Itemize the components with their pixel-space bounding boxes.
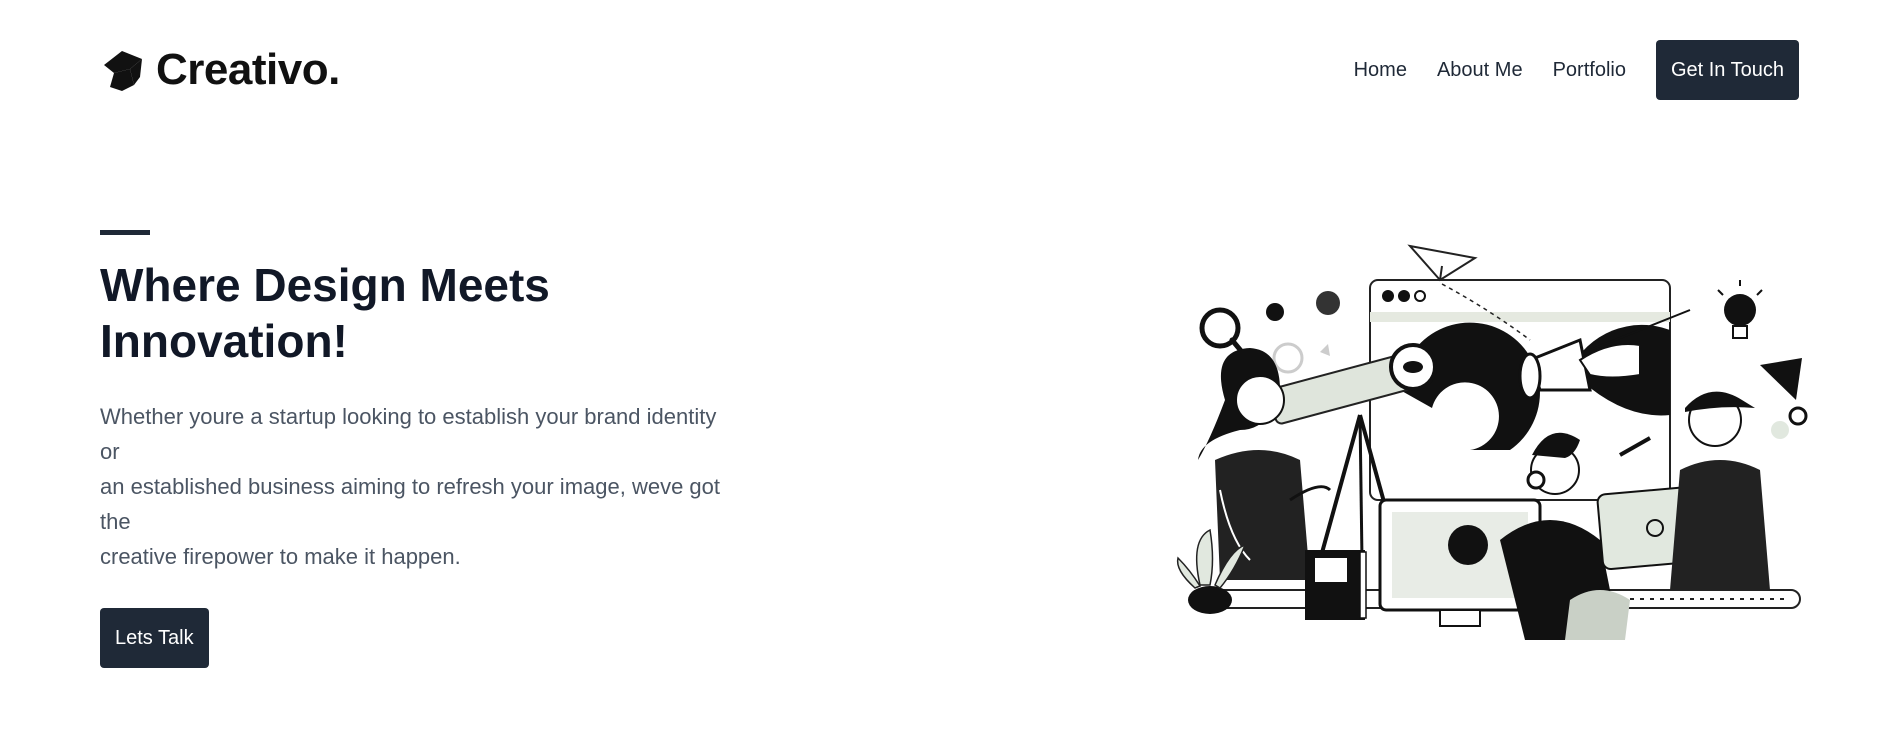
nav-home[interactable]: Home [1354, 59, 1407, 82]
hero-line: an established business aiming to refres… [100, 474, 721, 499]
creative-team-illustration [1176, 244, 1808, 640]
hero-section: Where Design Meets Innovation! Whether y… [100, 230, 760, 668]
hero-title: Where Design Meets Innovation! [100, 259, 550, 367]
nav-about-me[interactable]: About Me [1437, 59, 1523, 82]
main-nav: Home About Me Portfolio Get In Touch [1354, 40, 1799, 100]
get-in-touch-button[interactable]: Get In Touch [1655, 40, 1799, 100]
hero-line: creative firepower to make it happen. [100, 544, 461, 569]
logo-link[interactable]: Creativo. [100, 47, 340, 93]
nav-portfolio[interactable]: Portfolio [1553, 59, 1626, 82]
hero-line: the [100, 509, 131, 534]
hero-line: or [100, 439, 120, 464]
logo-text: Creativo. [156, 45, 340, 94]
hero-description: Whether youre a startup looking to estab… [100, 399, 750, 574]
graduation-cap-icon [104, 51, 142, 91]
landing-page: Creativo. Home About Me Portfolio Get In… [0, 0, 1898, 756]
accent-bar [100, 230, 150, 235]
lets-talk-button[interactable]: Lets Talk [100, 608, 209, 668]
site-header: Creativo. Home About Me Portfolio Get In… [100, 40, 1799, 100]
hero-line: Whether youre a startup looking to estab… [100, 404, 717, 429]
